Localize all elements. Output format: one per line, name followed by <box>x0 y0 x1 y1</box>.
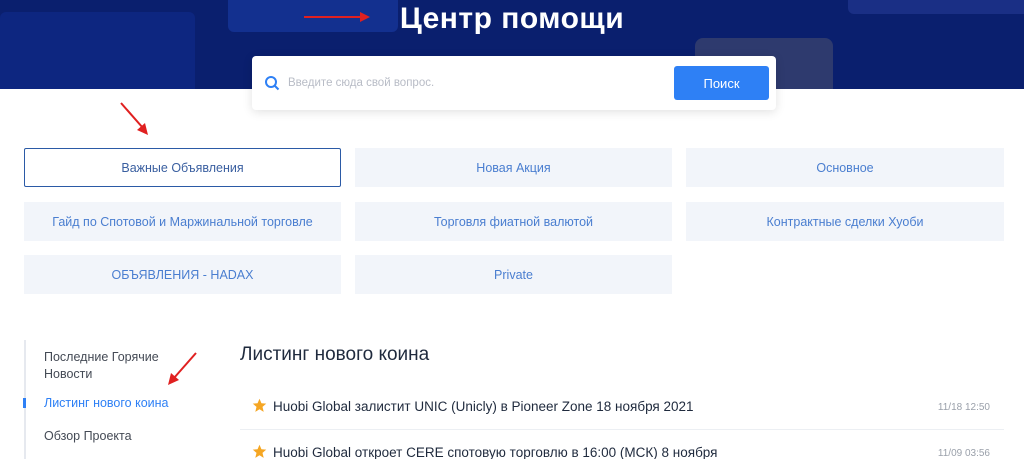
article-row[interactable]: Huobi Global откроет CERE спотовую торго… <box>240 430 1004 459</box>
sidebar-item-new-listings[interactable]: Листинг нового коина <box>44 395 169 412</box>
category-spot-margin-guide[interactable]: Гайд по Спотовой и Маржинальной торговле <box>24 202 341 241</box>
article-title[interactable]: Huobi Global залистит UNIC (Unicly) в Pi… <box>273 399 694 414</box>
article-row[interactable]: Huobi Global залистит UNIC (Unicly) в Pi… <box>240 384 1004 430</box>
category-fiat-trading[interactable]: Торговля фиатной валютой <box>355 202 672 241</box>
category-contract-trading[interactable]: Контрактные сделки Хуоби <box>686 202 1004 241</box>
page-title: Центр помощи <box>399 2 625 35</box>
star-icon <box>252 444 267 458</box>
category-new-promotion[interactable]: Новая Акция <box>355 148 672 187</box>
section-title: Листинг нового коина <box>240 344 430 365</box>
sidebar-item-project-overview[interactable]: Обзор Проекта <box>44 428 132 445</box>
search-box: Поиск <box>252 56 776 110</box>
annotation-arrow-icon <box>304 12 370 22</box>
annotation-arrow-icon <box>120 102 148 135</box>
article-title[interactable]: Huobi Global откроет CERE спотовую торго… <box>273 445 717 459</box>
article-date: 11/09 03:56 <box>937 448 990 459</box>
star-icon <box>252 398 267 412</box>
article-date: 11/18 12:50 <box>937 402 990 413</box>
category-hadax[interactable]: ОБЪЯВЛЕНИЯ - HADAX <box>24 255 341 294</box>
category-general[interactable]: Основное <box>686 148 1004 187</box>
sidebar-active-marker <box>23 398 26 408</box>
category-important-announcements[interactable]: Важные Объявления <box>24 148 341 187</box>
category-private[interactable]: Private <box>355 255 672 294</box>
search-icon <box>265 76 280 91</box>
sidebar-item-hot-news[interactable]: Последние Горячие Новости <box>44 349 194 383</box>
search-input[interactable] <box>288 73 648 93</box>
search-button[interactable]: Поиск <box>674 66 769 100</box>
